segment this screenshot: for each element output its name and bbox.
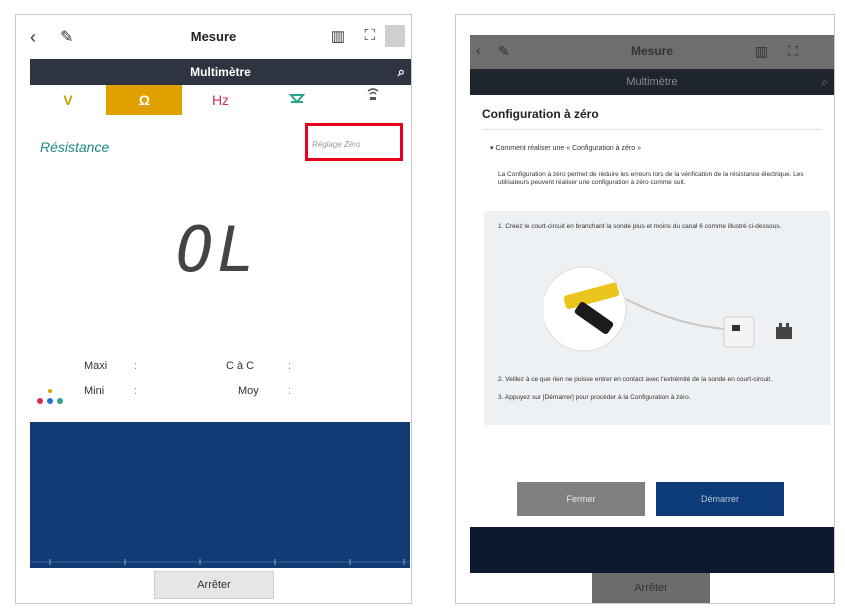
channel-icon[interactable]: ▥ — [331, 27, 345, 45]
start-button[interactable]: Démarrer — [656, 482, 784, 516]
page-title: Mesure — [630, 44, 674, 58]
stat-min-label: Mini — [84, 385, 105, 397]
stat-max-label: Maxi — [84, 360, 108, 372]
section-label: Résistance — [40, 139, 110, 155]
zero-config-dialog: Configuration à zéro ▾ Comment réaliser … — [470, 95, 834, 525]
record-settings-icon[interactable] — [35, 387, 65, 407]
stop-button[interactable]: Arrêter — [154, 571, 274, 599]
stat-min-sep: : — [134, 385, 138, 397]
channel-icon: ▥ — [754, 43, 768, 59]
left-screen: ‹ ✎ Mesure ▥ ⛶ Multimètre ⌕ V Ω Hz Résis… — [15, 14, 412, 604]
right-screen: ‹ ✎ Mesure ▥ ⛶ Multimètre ⌕ Configuratio… — [455, 14, 835, 604]
stop-button: Arrêter — [592, 573, 710, 603]
waveform-chart — [30, 422, 410, 568]
mode-bar-dimmed: Multimètre ⌕ — [470, 69, 834, 95]
chart-area-dimmed — [470, 527, 834, 573]
zero-setting-button[interactable]: Réglage Zéro — [312, 140, 360, 149]
tab-diode-icon[interactable] — [259, 85, 335, 115]
mode-title: Multimètre — [626, 76, 678, 88]
mode-bar: Multimètre ⌕ — [30, 59, 411, 85]
fullscreen-icon: ⛶ — [788, 43, 798, 59]
top-bar: ‹ ✎ Mesure ▥ ⛶ — [16, 15, 411, 59]
search-icon[interactable]: ⌕ — [398, 59, 405, 85]
close-button[interactable]: Fermer — [517, 482, 645, 516]
dialog-paragraph: La Configuration à zéro permet de réduir… — [498, 171, 804, 186]
tab-resistance[interactable]: Ω — [106, 85, 183, 115]
tab-voltage[interactable]: V — [30, 85, 106, 115]
reading-value: OL — [176, 213, 259, 286]
probe-shortcircuit-illustration — [544, 266, 792, 352]
search-icon: ⌕ — [821, 75, 828, 89]
stat-ptp-label: C à C — [226, 360, 255, 372]
stat-avg-sep: : — [288, 385, 292, 397]
tab-continuity-icon[interactable] — [335, 85, 411, 115]
step-3: 3. Appuyez sur [Démarrer] pour procéder … — [498, 394, 691, 401]
step-2: 2. Veillez à ce que rien ne puisse entre… — [498, 376, 773, 383]
top-bar-dimmed: ‹ ✎ Mesure ▥ ⛶ — [470, 35, 834, 69]
dialog-title: Configuration à zéro — [482, 107, 599, 121]
fullscreen-icon[interactable]: ⛶ — [364, 27, 375, 44]
menu-icon[interactable] — [385, 25, 405, 47]
divider — [482, 129, 822, 130]
stat-max-sep: : — [134, 360, 138, 372]
stat-avg-label: Moy — [238, 385, 259, 397]
tab-frequency[interactable]: Hz — [182, 85, 258, 115]
stat-ptp-sep: : — [288, 360, 292, 372]
instructions-panel: 1. Créez le court-circuit en branchant l… — [484, 211, 830, 425]
step-1: 1. Créez le court-circuit en branchant l… — [498, 223, 782, 230]
page-title: Mesure — [190, 29, 237, 44]
dialog-question[interactable]: ▾ Comment réaliser une « Configuration à… — [490, 144, 641, 152]
measure-tabs: V Ω Hz — [30, 85, 411, 115]
mode-title: Multimètre — [190, 65, 251, 79]
